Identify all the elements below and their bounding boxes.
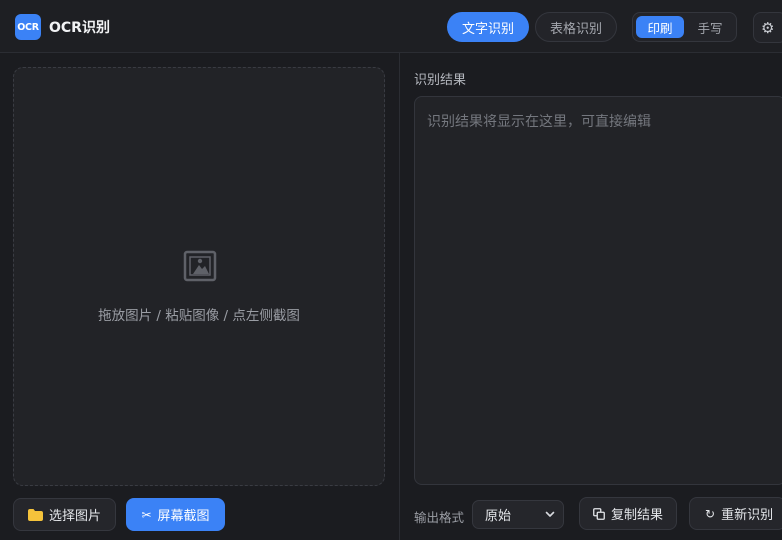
drop-hint: 拖放图片 / 粘贴图像 / 点左侧截图: [98, 308, 300, 324]
handwriting-option[interactable]: 手写: [687, 16, 733, 38]
app-title: OCR识别: [49, 20, 110, 36]
scissors-icon: ✂: [141, 507, 152, 522]
screenshot-label: 屏幕截图: [157, 509, 210, 524]
image-drop-zone[interactable]: 拖放图片 / 粘贴图像 / 点左侧截图: [13, 67, 385, 486]
refresh-icon: ↻: [705, 506, 716, 521]
output-format-select[interactable]: 原始: [472, 500, 564, 529]
panel-divider: [399, 53, 400, 540]
gear-icon: ⚙: [761, 18, 775, 37]
copy-icon: [593, 507, 605, 520]
select-image-label: 选择图片: [48, 509, 101, 524]
result-label: 识别结果: [414, 73, 467, 88]
select-image-button[interactable]: 选择图片: [13, 498, 116, 531]
settings-button[interactable]: ⚙: [753, 12, 782, 43]
result-textarea[interactable]: [414, 96, 782, 485]
re-recognize-label: 重新识别: [721, 508, 774, 523]
output-format-value: 原始: [485, 509, 512, 524]
print-option[interactable]: 印刷: [636, 16, 684, 38]
screenshot-button[interactable]: ✂ 屏幕截图: [126, 498, 225, 531]
tab-text-recognition[interactable]: 文字识别: [447, 12, 529, 42]
output-format-label: 输出格式: [414, 510, 465, 525]
re-recognize-button[interactable]: ↻ 重新识别: [689, 497, 782, 530]
chevron-down-icon: [545, 511, 555, 517]
image-icon: [183, 250, 217, 282]
folder-icon: [27, 508, 43, 521]
script-type-toggle: 印刷 手写: [632, 12, 737, 42]
copy-result-label: 复制结果: [610, 508, 663, 523]
top-bar: OCR OCR识别 文字识别 表格识别 印刷 手写 ⚙: [0, 0, 782, 53]
app-logo: OCR: [15, 14, 41, 40]
tab-table-recognition[interactable]: 表格识别: [535, 12, 617, 42]
copy-result-button[interactable]: 复制结果: [579, 497, 677, 530]
